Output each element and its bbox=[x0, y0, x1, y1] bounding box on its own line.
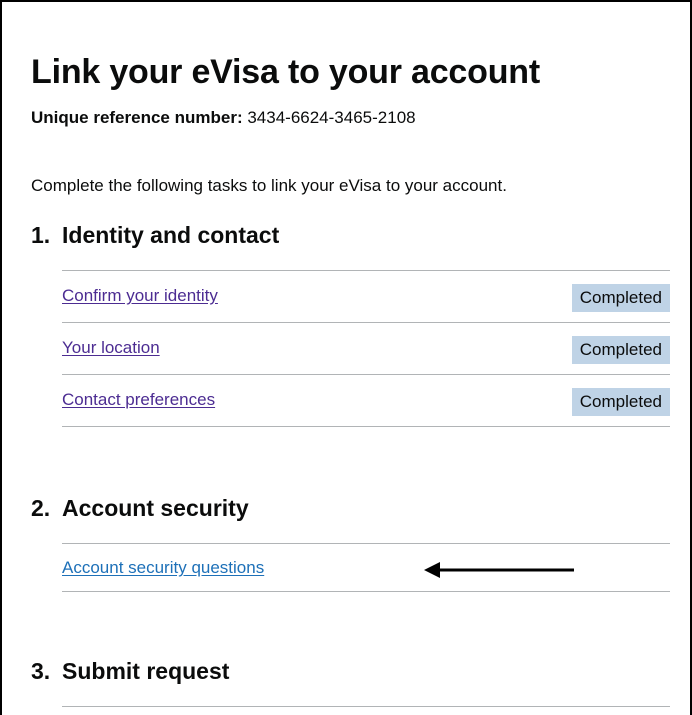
section-title: Account security bbox=[62, 495, 249, 521]
page-title: Link your eVisa to your account bbox=[31, 53, 540, 91]
reference-number: Unique reference number: 3434-6624-3465-… bbox=[31, 107, 416, 129]
section-number: 1. bbox=[31, 222, 51, 248]
task-list-identity: Confirm your identity Completed Your loc… bbox=[62, 270, 670, 427]
intro-text: Complete the following tasks to link you… bbox=[31, 176, 507, 195]
task-list-submit-request bbox=[62, 706, 670, 707]
section-number: 3. bbox=[31, 658, 51, 684]
task-link-your-location[interactable]: Your location bbox=[62, 337, 160, 359]
status-badge: Completed bbox=[571, 284, 670, 312]
task-link-contact-preferences[interactable]: Contact preferences bbox=[62, 389, 215, 411]
section-heading-identity: 1. Identity and contact bbox=[31, 221, 279, 249]
reference-number-value: 3434-6624-3465-2108 bbox=[247, 108, 416, 127]
status-badge: Completed bbox=[571, 336, 670, 364]
reference-number-label: Unique reference number: bbox=[31, 108, 243, 127]
left-arrow-icon bbox=[424, 562, 574, 578]
task-link-confirm-identity[interactable]: Confirm your identity bbox=[62, 285, 218, 307]
status-badge: Completed bbox=[571, 388, 670, 416]
task-row: Confirm your identity Completed bbox=[62, 271, 670, 323]
section-title: Identity and contact bbox=[62, 222, 280, 248]
task-link-account-security-questions[interactable]: Account security questions bbox=[62, 557, 264, 579]
task-row: Contact preferences Completed bbox=[62, 375, 670, 427]
section-title: Submit request bbox=[62, 658, 230, 684]
section-number: 2. bbox=[31, 495, 51, 521]
section-heading-submit-request: 3. Submit request bbox=[31, 657, 229, 685]
task-list-account-security: Account security questions bbox=[62, 543, 670, 592]
task-row: Account security questions bbox=[62, 544, 670, 592]
section-heading-account-security: 2. Account security bbox=[31, 494, 249, 522]
task-row: Your location Completed bbox=[62, 323, 670, 375]
